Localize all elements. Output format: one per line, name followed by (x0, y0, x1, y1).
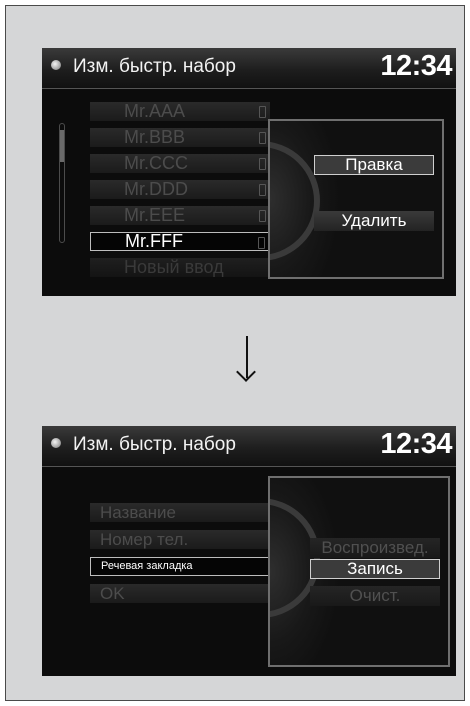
list-item-label: Mr.CCC (124, 153, 188, 173)
name-field[interactable]: Название (90, 503, 270, 522)
disc-icon (51, 438, 61, 448)
clock: 12:34 (380, 50, 452, 82)
phone-icon (258, 237, 265, 249)
list-item-label: Mr.EEE (124, 205, 186, 225)
screen-title: Изм. быстр. набор (73, 434, 236, 455)
phone-icon (259, 210, 266, 222)
record-button[interactable]: Запись (310, 559, 440, 579)
screen-title: Изм. быстр. набор (73, 56, 236, 77)
clock: 12:34 (380, 428, 452, 460)
phone-number-field[interactable]: Номер тел. (90, 530, 270, 549)
edit-button[interactable]: Правка (314, 155, 434, 175)
phone-icon (259, 132, 266, 144)
scrollbar-thumb[interactable] (60, 130, 64, 162)
ok-button[interactable]: OK (90, 584, 270, 603)
phone-icon (259, 106, 266, 118)
arrow-down-icon (246, 336, 248, 378)
clear-button[interactable]: Очист. (310, 586, 440, 606)
list-item-label: Новый ввод (124, 257, 224, 277)
options-popup: Правка Удалить (268, 119, 444, 279)
list-item-mr-fff-selected[interactable]: Mr.FFF (90, 232, 270, 251)
disc-icon (51, 60, 61, 70)
voice-tag-field-selected[interactable]: Речевая закладка (90, 557, 270, 576)
list-item-new-entry[interactable]: Новый ввод (90, 258, 270, 277)
list-item-mr-bbb[interactable]: Mr.BBB (90, 128, 270, 147)
manual-figure-frame: Изм. быстр. набор 12:34 Mr.AAA Mr.BBB Mr… (5, 5, 465, 701)
list-item-mr-ddd[interactable]: Mr.DDD (90, 180, 270, 199)
display-screen-edit-entry: Изм. быстр. набор 12:34 Название Номер т… (42, 426, 456, 676)
list-item-label: Mr.DDD (124, 179, 188, 199)
phone-icon (259, 184, 266, 196)
list-item-label: Mr.BBB (124, 127, 186, 147)
list-item-mr-aaa[interactable]: Mr.AAA (90, 102, 270, 121)
scrollbar[interactable] (59, 123, 65, 243)
list-item-mr-ccc[interactable]: Mr.CCC (90, 154, 270, 173)
play-button[interactable]: Воспроизвед. (310, 538, 440, 558)
title-bar: Изм. быстр. набор 12:34 (42, 48, 456, 89)
title-bar: Изм. быстр. набор 12:34 (42, 426, 456, 467)
delete-button[interactable]: Удалить (314, 211, 434, 231)
list-item-label: Mr.FFF (125, 231, 183, 251)
list-item-label: Mr.AAA (124, 101, 186, 121)
voice-tag-popup: Воспроизвед. Запись Очист. (268, 476, 450, 667)
phone-icon (259, 158, 266, 170)
list-item-mr-eee[interactable]: Mr.EEE (90, 206, 270, 225)
display-screen-speed-dial-list: Изм. быстр. набор 12:34 Mr.AAA Mr.BBB Mr… (42, 48, 456, 296)
